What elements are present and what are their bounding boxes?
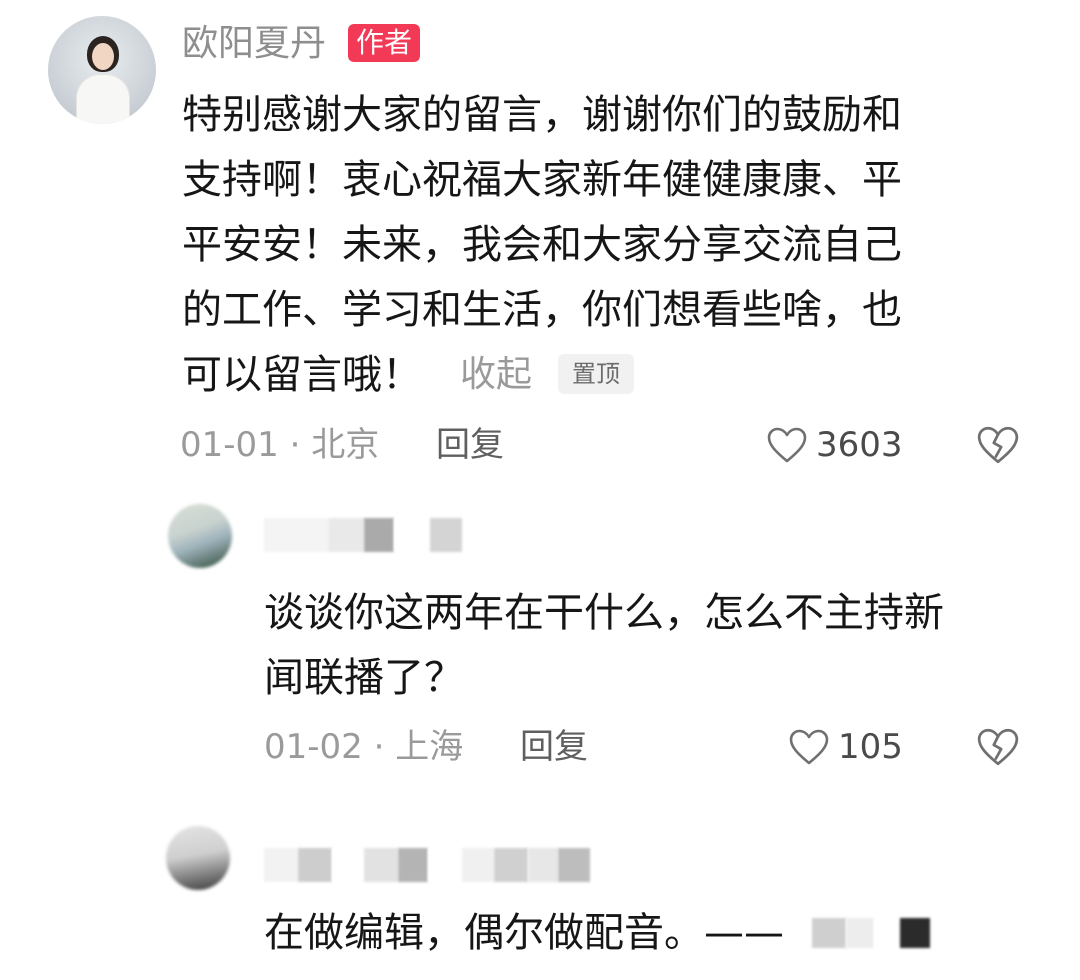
reply-text-line: 闻联播了？ xyxy=(264,655,464,701)
like-button[interactable]: 105 xyxy=(788,722,903,772)
censor-block xyxy=(298,848,332,882)
reply-button[interactable]: 回复 xyxy=(436,420,504,470)
author-name[interactable]: 欧阳夏丹 xyxy=(182,18,326,70)
censor-block xyxy=(462,848,494,882)
like-button[interactable]: 3603 xyxy=(766,420,903,470)
reply-button[interactable]: 回复 xyxy=(520,722,588,772)
comment-text-line: 特别感谢大家的留言，谢谢你们的鼓励和 xyxy=(182,92,902,138)
avatar-figure-face xyxy=(92,43,114,70)
comment-text-line: 支持啊！衷心祝福大家新年健健康康、平 xyxy=(182,157,902,203)
censor-block xyxy=(900,918,930,948)
pinned-badge: 置顶 xyxy=(558,354,634,394)
censor-block xyxy=(494,848,528,882)
reply-avatar[interactable] xyxy=(168,504,232,568)
censored-mention xyxy=(812,916,930,950)
censor-block xyxy=(264,848,298,882)
collapse-button[interactable]: 收起 xyxy=(460,342,532,408)
censor-block xyxy=(428,848,462,882)
comment-text-line: 的工作、学习和生活，你们想看些啥，也 xyxy=(182,287,902,333)
comment-text-line: 可以留言哦！ xyxy=(182,352,422,398)
censored-username[interactable] xyxy=(264,518,462,552)
heart-outline-icon xyxy=(789,729,829,765)
censor-block xyxy=(328,518,364,552)
broken-heart-icon[interactable] xyxy=(976,725,1020,769)
censor-block xyxy=(846,918,874,948)
censor-block xyxy=(874,918,900,948)
censor-block xyxy=(364,848,398,882)
censor-block xyxy=(528,848,558,882)
like-count: 105 xyxy=(838,727,903,767)
heart-outline-icon xyxy=(767,427,807,463)
author-badge: 作者 xyxy=(348,24,421,62)
comment-date-location: 01-01 · 北京 xyxy=(180,425,380,465)
author-avatar[interactable] xyxy=(48,16,156,124)
avatar-figure-jacket xyxy=(76,74,130,124)
censor-block xyxy=(430,518,462,552)
reply-avatar[interactable] xyxy=(166,826,230,890)
broken-heart-icon[interactable] xyxy=(976,423,1020,467)
censor-block xyxy=(394,518,430,552)
censor-block xyxy=(812,918,846,948)
reply-date-location: 01-02 · 上海 xyxy=(264,727,464,767)
reply-text-line: 谈谈你这两年在干什么，怎么不主持新 xyxy=(264,590,944,636)
censored-username[interactable] xyxy=(264,848,590,882)
censor-block xyxy=(332,848,364,882)
censor-block xyxy=(364,518,394,552)
censor-block xyxy=(558,848,590,882)
censor-block xyxy=(398,848,428,882)
censor-block xyxy=(264,518,328,552)
like-count: 3603 xyxy=(816,425,903,465)
comment-text-line: 平安安！未来，我会和大家分享交流自己 xyxy=(182,222,902,268)
reply-text-line: 在做编辑，偶尔做配音。—— xyxy=(264,910,784,956)
